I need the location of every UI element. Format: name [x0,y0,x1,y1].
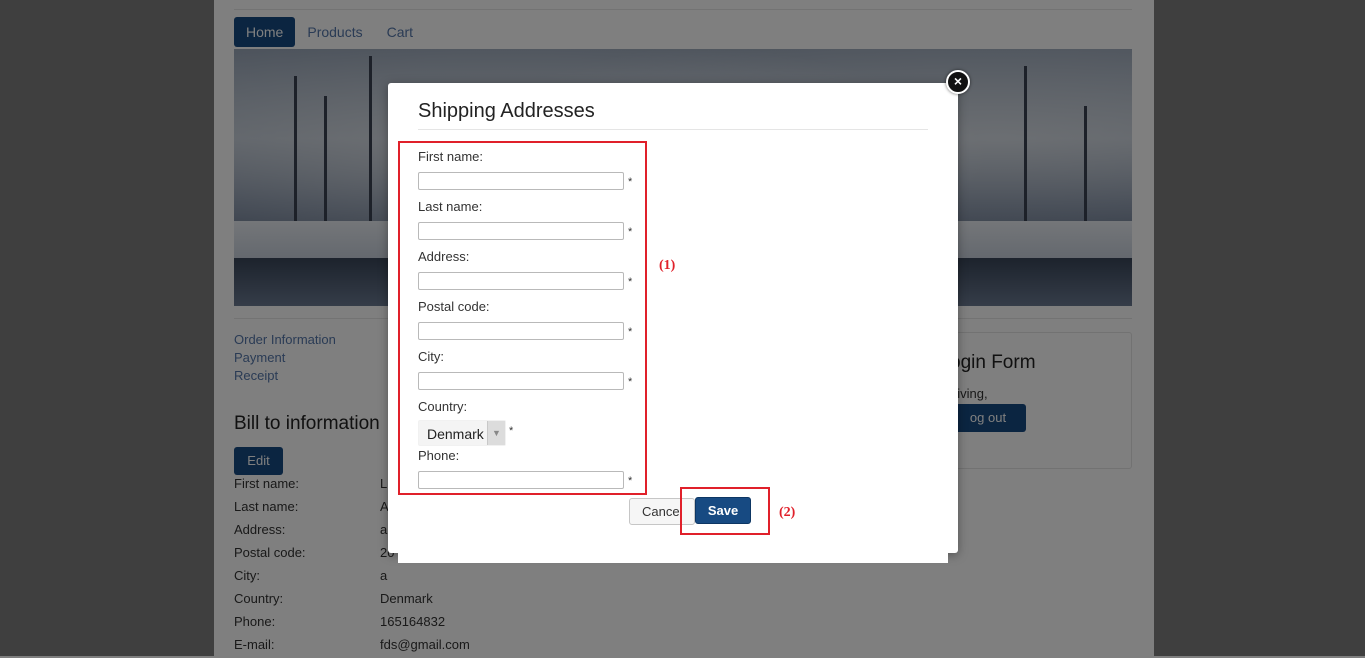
annotation-box-save [680,487,770,535]
close-icon[interactable]: × [946,70,970,94]
dialog-footer-strip [398,552,948,563]
dialog-title: Shipping Addresses [418,100,595,122]
annotation-label-1: (1) [659,258,676,273]
annotation-label-2: (2) [779,505,796,520]
annotation-box-form-fields [398,141,647,495]
divider [418,129,928,130]
